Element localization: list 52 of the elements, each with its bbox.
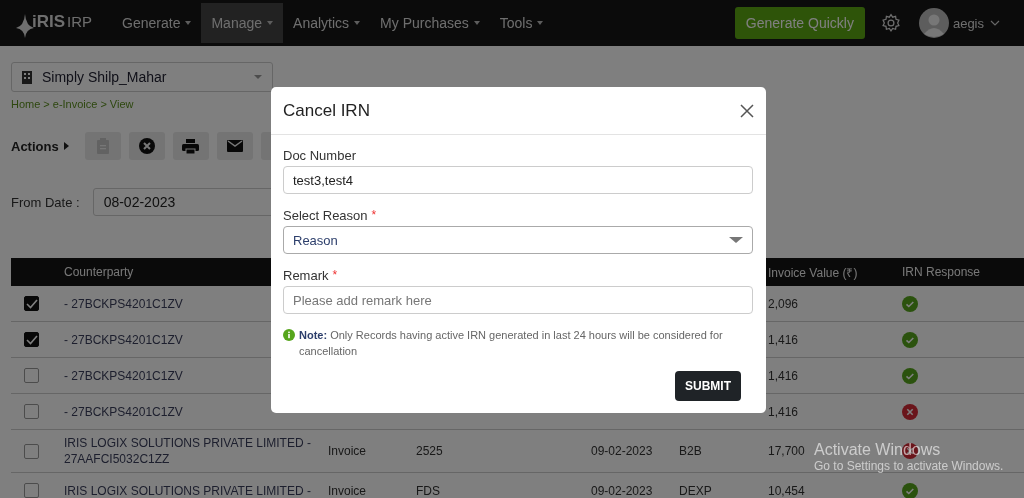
- dialog-title: Cancel IRN: [283, 100, 370, 121]
- counterparty-cell-text: IRIS LOGIX SOLUTIONS PRIVATE LIMITED - 27AAFCI5032C1ZZ: [64, 435, 312, 468]
- table-cell: B2B: [679, 444, 702, 458]
- counterparty-cell-text: IRIS LOGIX SOLUTIONS PRIVATE LIMITED -: [64, 482, 311, 498]
- counterparty-cell-text: - 27BCKPS4201C1ZV: [64, 295, 183, 313]
- generate-quickly-button[interactable]: Generate Quickly: [734, 7, 865, 39]
- reason-select[interactable]: Reason: [283, 226, 753, 254]
- table-cell: 09-02-2023: [591, 483, 653, 498]
- breadcrumb-separator: >: [43, 98, 50, 110]
- table-cell: FDS: [416, 483, 440, 498]
- activation-watermark-text: Go to Settings to activate Windows.: [814, 459, 1004, 473]
- logo-suffix: IRP: [67, 13, 93, 30]
- field-label: Remark: [283, 268, 329, 283]
- nav-menu[interactable]: My Purchases: [370, 3, 490, 43]
- from-date-label: From Date :: [11, 194, 80, 210]
- breadcrumb-link[interactable]: View: [109, 98, 134, 110]
- nav-menu[interactable]: Manage: [201, 3, 284, 43]
- note-text: Note: Only Records having active IRN generated in last 24 hours will be considered for cancellation: [299, 328, 724, 359]
- actions-label: Actions: [11, 138, 59, 154]
- table-cell: Invoice: [328, 444, 367, 458]
- submit-button[interactable]: SUBMIT: [675, 371, 741, 401]
- logo-text: iRIS: [32, 12, 66, 32]
- breadcrumb-link[interactable]: e-Invoice: [52, 98, 98, 110]
- company-select[interactable]: Simply Shilp_Mahar: [11, 62, 273, 92]
- breadcrumb-separator: >: [100, 98, 107, 110]
- counterparty-cell-text: - 27BCKPS4201C1ZV: [64, 331, 183, 349]
- invoice-value-cell: 1,416: [768, 404, 799, 419]
- breadcrumb-link[interactable]: Home: [11, 98, 41, 110]
- column-header: Counterparty: [64, 265, 134, 279]
- invoice-value-cell: 2,096: [768, 296, 799, 311]
- field-label: Doc Number: [283, 148, 357, 163]
- table-cell: Invoice: [328, 483, 367, 498]
- required-mark: *: [371, 208, 377, 223]
- field-label: Select Reason: [283, 208, 368, 223]
- counterparty-cell-text: - 27BCKPS4201C1ZV: [64, 367, 183, 385]
- invoice-value-cell: 1,416: [768, 368, 799, 383]
- user-name[interactable]: aegis: [952, 15, 984, 31]
- doc-number-field[interactable]: test3,test4: [283, 166, 753, 194]
- counterparty-cell-text: - 27BCKPS4201C1ZV: [64, 403, 183, 421]
- required-mark: *: [332, 268, 338, 283]
- remark-field[interactable]: Please add remark here: [283, 286, 753, 314]
- table-cell: DEXP: [679, 483, 712, 498]
- table-cell: 2525: [416, 444, 443, 458]
- column-header: Invoice Value (₹): [768, 265, 858, 280]
- invoice-value-cell: 1,416: [768, 332, 799, 347]
- nav-menu[interactable]: Analytics: [283, 3, 371, 43]
- nav-menu[interactable]: Generate: [112, 3, 202, 43]
- invoice-value-cell: 17,700: [768, 444, 805, 458]
- nav-menu[interactable]: Tools: [489, 3, 554, 43]
- invoice-value-cell: 10,454: [768, 483, 805, 498]
- column-header: IRN Response: [902, 265, 981, 279]
- table-cell: 09-02-2023: [591, 444, 653, 458]
